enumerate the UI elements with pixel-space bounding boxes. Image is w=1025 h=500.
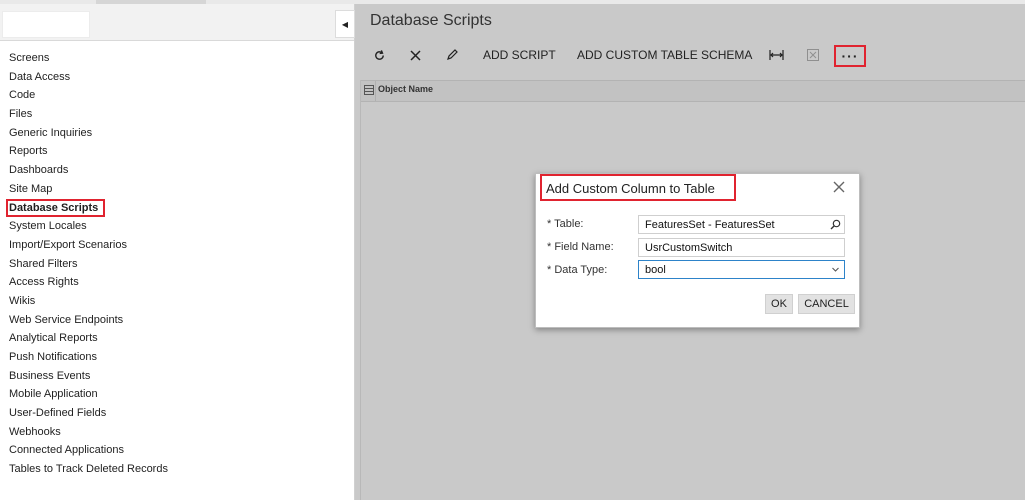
column-header-object-name[interactable]: Object Name bbox=[378, 84, 433, 94]
sidebar-item-connected-applications[interactable]: Connected Applications bbox=[0, 441, 168, 460]
sidebar-item-wikis[interactable]: Wikis bbox=[0, 292, 168, 311]
sidebar-item-label: Files bbox=[9, 108, 33, 121]
close-icon bbox=[410, 49, 421, 61]
chevron-down-icon[interactable] bbox=[830, 264, 841, 275]
chevron-left-icon: ◀ bbox=[341, 19, 349, 29]
fit-columns-button[interactable] bbox=[769, 40, 784, 70]
column-separator bbox=[375, 81, 376, 101]
sidebar-item-system-locales[interactable]: System Locales bbox=[0, 217, 168, 236]
sidebar-item-database-scripts[interactable]: Database Scripts bbox=[0, 198, 168, 218]
sidebar-item-data-access[interactable]: Data Access bbox=[0, 68, 168, 87]
sidebar: ◀ Screens Data Access Code Files Generic Inq… bbox=[0, 4, 355, 500]
refresh-icon bbox=[375, 49, 384, 60]
sidebar-item-label: Wikis bbox=[9, 294, 36, 307]
sidebar-item-label: Shared Filters bbox=[9, 257, 78, 270]
sidebar-nav: Screens Data Access Code Files Generic Inqui… bbox=[0, 49, 168, 479]
sidebar-item-user-defined-fields[interactable]: User-Defined Fields bbox=[0, 404, 168, 423]
sidebar-search-input[interactable] bbox=[2, 11, 90, 38]
sidebar-item-label: Analytical Reports bbox=[9, 332, 98, 345]
sidebar-item-label: Site Map bbox=[9, 182, 53, 195]
sidebar-item-reports[interactable]: Reports bbox=[0, 142, 168, 161]
dialog-title: Add Custom Column to Table bbox=[546, 181, 715, 196]
fit-width-icon bbox=[769, 50, 784, 60]
sidebar-item-label: Webhooks bbox=[9, 425, 61, 438]
grid-border bbox=[360, 80, 361, 500]
sidebar-item-label: Import/Export Scenarios bbox=[9, 238, 127, 251]
page-title: Database Scripts bbox=[370, 12, 492, 29]
add-custom-column-dialog: Add Custom Column to Table * Table: Feat… bbox=[535, 173, 860, 328]
sidebar-item-push-notifications[interactable]: Push Notifications bbox=[0, 348, 168, 367]
sidebar-item-label: Dashboards bbox=[9, 164, 69, 177]
field-name-input[interactable]: UsrCustomSwitch bbox=[638, 238, 845, 257]
sidebar-item-analytical-reports[interactable]: Analytical Reports bbox=[0, 329, 168, 348]
sidebar-item-label: System Locales bbox=[9, 220, 87, 233]
data-type-select[interactable]: bool bbox=[638, 260, 845, 279]
export-excel-button[interactable] bbox=[807, 40, 819, 70]
data-type-label: * Data Type: bbox=[547, 264, 608, 276]
sidebar-item-label: Mobile Application bbox=[9, 388, 98, 401]
sidebar-item-site-map[interactable]: Site Map bbox=[0, 180, 168, 199]
cancel-changes-button[interactable] bbox=[410, 40, 421, 70]
excel-icon bbox=[807, 49, 819, 61]
grid-settings-icon[interactable] bbox=[364, 85, 374, 95]
sidebar-item-shared-filters[interactable]: Shared Filters bbox=[0, 255, 168, 274]
collapse-sidebar-button[interactable]: ◀ bbox=[335, 10, 355, 38]
search-icon[interactable] bbox=[830, 219, 841, 230]
sidebar-item-label: Web Service Endpoints bbox=[9, 313, 124, 326]
data-type-value: bool bbox=[645, 264, 666, 276]
close-icon[interactable] bbox=[832, 180, 846, 194]
sidebar-item-dashboards[interactable]: Dashboards bbox=[0, 161, 168, 180]
sidebar-item-tables-to-track-deleted-records[interactable]: Tables to Track Deleted Records bbox=[0, 460, 168, 479]
sidebar-item-files[interactable]: Files bbox=[0, 105, 168, 124]
sidebar-item-import-export-scenarios[interactable]: Import/Export Scenarios bbox=[0, 236, 168, 255]
sidebar-item-access-rights[interactable]: Access Rights bbox=[0, 273, 168, 292]
sidebar-item-label: Database Scripts bbox=[5, 198, 106, 217]
sidebar-item-web-service-endpoints[interactable]: Web Service Endpoints bbox=[0, 311, 168, 330]
refresh-button[interactable] bbox=[373, 40, 386, 70]
add-custom-table-schema-button[interactable]: ADD CUSTOM TABLE SCHEMA bbox=[577, 40, 752, 70]
sidebar-item-label: Connected Applications bbox=[9, 444, 124, 457]
table-label: * Table: bbox=[547, 218, 584, 230]
sidebar-item-business-events[interactable]: Business Events bbox=[0, 367, 168, 386]
field-name-label: * Field Name: bbox=[547, 241, 614, 253]
more-actions-button[interactable]: ··· bbox=[834, 45, 866, 67]
sidebar-item-screens[interactable]: Screens bbox=[0, 49, 168, 68]
sidebar-header: ◀ bbox=[0, 4, 355, 41]
sidebar-item-label: Code bbox=[9, 89, 36, 102]
cancel-button[interactable]: CANCEL bbox=[798, 294, 855, 314]
grid-header: Object Name bbox=[361, 80, 1025, 102]
sidebar-item-label: Business Events bbox=[9, 369, 91, 382]
sidebar-item-label: Access Rights bbox=[9, 276, 79, 289]
sidebar-item-label: Data Access bbox=[9, 70, 71, 83]
ok-button[interactable]: OK bbox=[765, 294, 793, 314]
toolbar: ADD SCRIPT ADD CUSTOM TABLE SCHEMA bbox=[355, 40, 1025, 70]
pencil-icon bbox=[447, 49, 458, 60]
table-selector[interactable]: FeaturesSet - FeaturesSet bbox=[638, 215, 845, 234]
sidebar-item-label: Generic Inquiries bbox=[9, 126, 93, 139]
add-script-button[interactable]: ADD SCRIPT bbox=[483, 40, 556, 70]
sidebar-item-label: Tables to Track Deleted Records bbox=[9, 463, 168, 476]
edit-button[interactable] bbox=[446, 40, 458, 70]
sidebar-item-generic-inquiries[interactable]: Generic Inquiries bbox=[0, 124, 168, 143]
sidebar-item-label: Push Notifications bbox=[9, 351, 98, 363]
sidebar-item-label: User-Defined Fields bbox=[9, 407, 107, 420]
table-value: FeaturesSet - FeaturesSet bbox=[645, 219, 775, 231]
field-name-value: UsrCustomSwitch bbox=[645, 242, 733, 254]
sidebar-item-code[interactable]: Code bbox=[0, 86, 168, 105]
sidebar-item-mobile-application[interactable]: Mobile Application bbox=[0, 385, 168, 404]
sidebar-item-label: Screens bbox=[9, 52, 50, 64]
sidebar-item-label: Reports bbox=[9, 145, 48, 158]
sidebar-item-webhooks[interactable]: Webhooks bbox=[0, 423, 168, 442]
